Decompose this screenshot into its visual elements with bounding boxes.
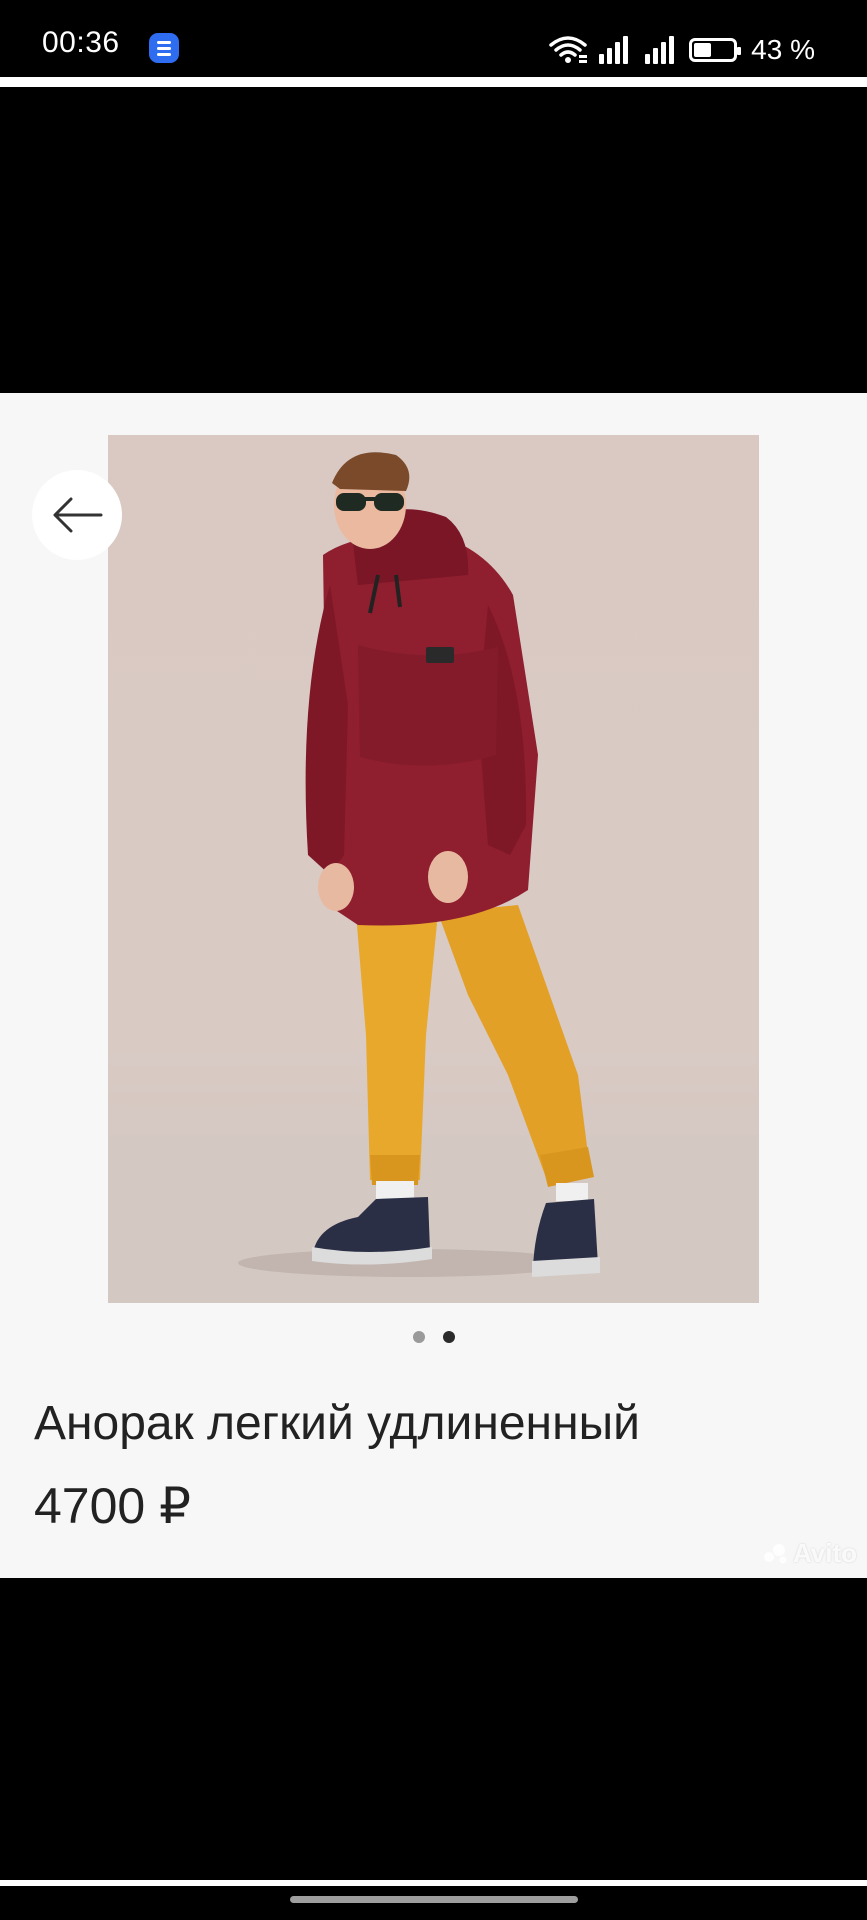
carousel-dot-active[interactable] [442,1331,455,1343]
signal-icon [599,36,629,64]
model-illustration [108,452,759,1303]
watermark-text: Avito [792,1538,857,1568]
bottom-divider [0,1880,867,1886]
top-divider [0,77,867,87]
avito-watermark: Avito [763,1538,857,1569]
product-photo[interactable] [108,435,759,1303]
status-time: 00:36 [42,26,120,59]
carousel-dot[interactable] [412,1331,425,1343]
product-price: 4700 ₽ [34,1478,191,1534]
battery-icon [689,38,742,62]
signal-icon [645,36,675,64]
battery-level-fill [694,43,711,57]
arrow-left-icon [53,497,103,533]
status-indicators: 43 % [549,32,815,68]
status-bar: 00:36 43 % [0,0,867,77]
product-title: Анорак легкий удлиненный [34,1397,640,1450]
wifi-icon [549,36,588,63]
app-notification-icon [149,33,179,63]
avito-logo-icon [763,1543,787,1563]
battery-percent: 43 % [751,34,815,65]
carousel-dots [0,1331,867,1343]
back-button[interactable] [32,470,122,560]
home-indicator[interactable] [290,1896,578,1903]
